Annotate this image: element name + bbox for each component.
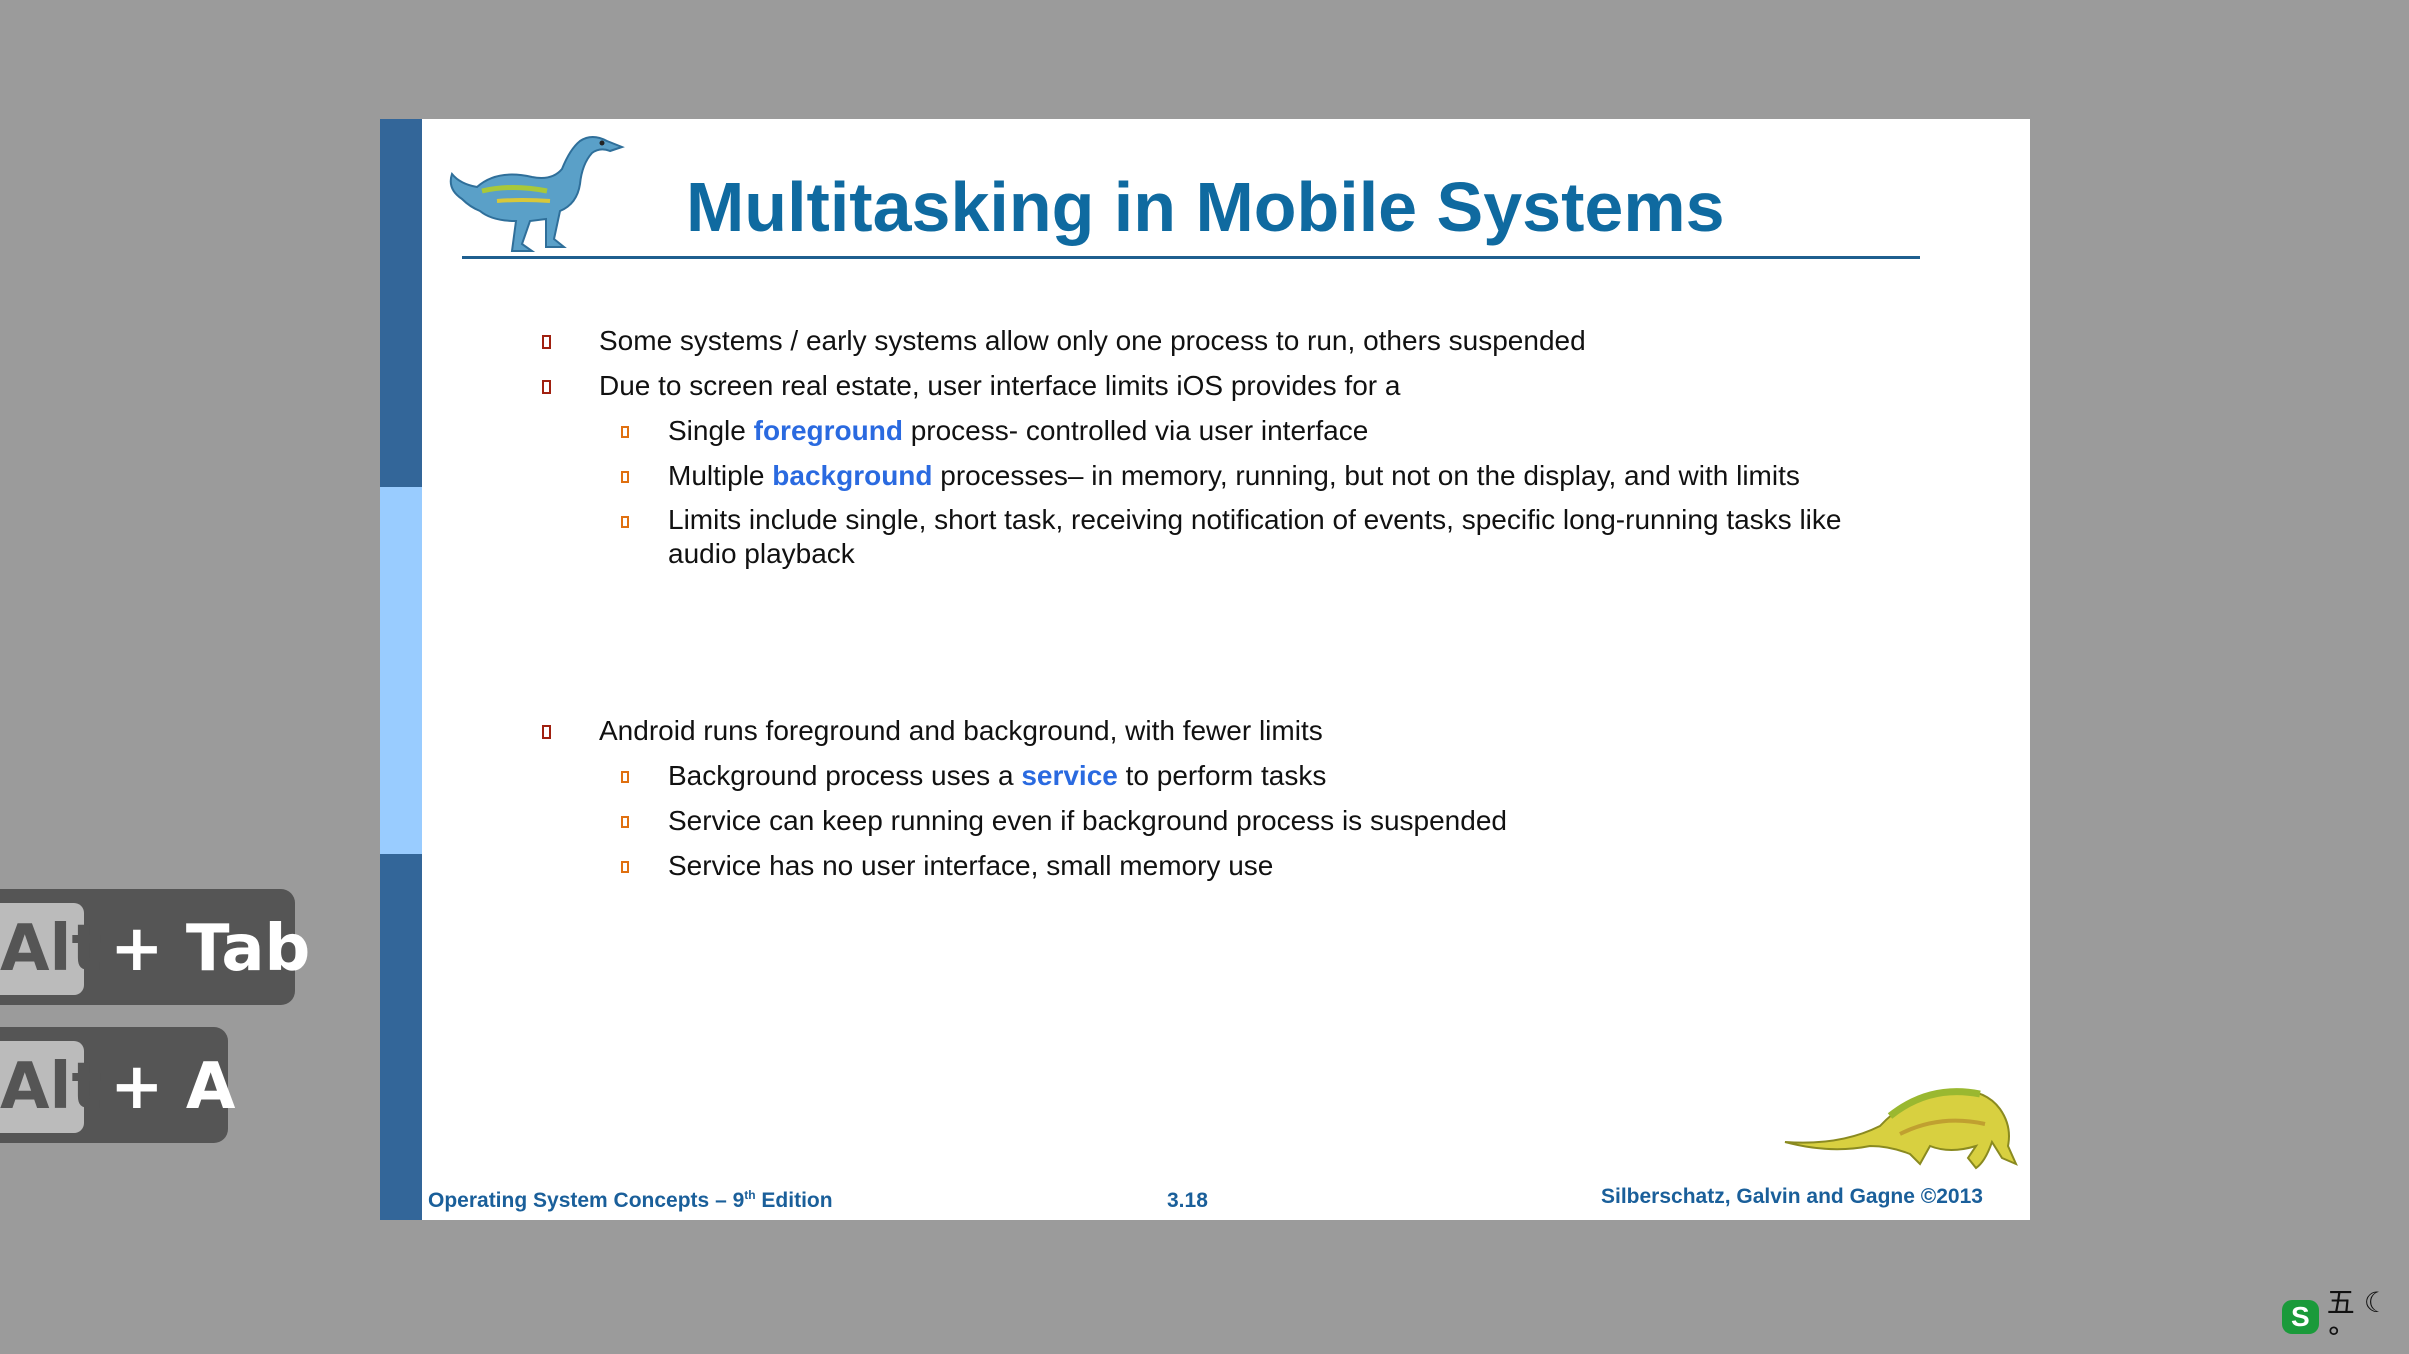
sub-bullet-item: Background process uses a service to per… (668, 760, 1327, 791)
sub-bullet-item: Service can keep running even if backgro… (668, 805, 1507, 836)
sub-bullet-marker (621, 861, 629, 873)
sub-bullet-marker (621, 471, 629, 483)
sub-bullet-item: Service has no user interface, small mem… (668, 850, 1274, 881)
dinosaur-logo-bottom (1784, 1088, 2018, 1170)
sub-bullet-marker (621, 816, 629, 828)
sub-bullet-marker (621, 516, 629, 528)
highlight-background: background (772, 460, 933, 491)
slide: Multitasking in Mobile Systems Some syst… (380, 119, 2030, 1220)
footer-page-number: 3.18 (1167, 1189, 1208, 1212)
highlight-service: service (1021, 760, 1118, 791)
footer-book-title: Operating System Concepts – 9th Edition (428, 1188, 833, 1212)
sub-bullet-marker (621, 771, 629, 783)
bullet-marker (542, 380, 551, 394)
shortcut-key: Alt (0, 903, 102, 995)
sub-bullet-item: Multiple background processes– in memory… (668, 460, 1800, 491)
highlight-foreground: foreground (753, 415, 903, 446)
shortcut-text: + A (110, 1050, 236, 1124)
bullet-marker (542, 335, 551, 349)
sub-bullet-item: Single foreground process- controlled vi… (668, 415, 1369, 446)
shortcut-alt-tab: Alt + Tab (0, 889, 310, 1005)
sub-bullet-item: Limits include single, short task, recei… (668, 504, 1842, 569)
bullet-item: Due to screen real estate, user interfac… (599, 370, 1401, 401)
bullet-item: Android runs foreground and background, … (599, 715, 1323, 746)
bullet-item: Some systems / early systems allow only … (599, 325, 1586, 356)
shortcut-text: + Tab (110, 912, 311, 986)
sub-bullet-marker (621, 426, 629, 438)
shortcut-key: Alt (0, 1041, 102, 1133)
ime-status-text[interactable]: 五 ☾ ° (2327, 1281, 2409, 1354)
footer-authors: Silberschatz, Galvin and Gagne ©2013 (1601, 1185, 1983, 1208)
sogou-ime-icon[interactable]: S (2282, 1300, 2319, 1334)
ime-tray[interactable]: S 五 ☾ ° (2282, 1286, 2409, 1354)
shortcut-alt-a: Alt + A (0, 1027, 235, 1143)
bullet-marker (542, 725, 551, 739)
